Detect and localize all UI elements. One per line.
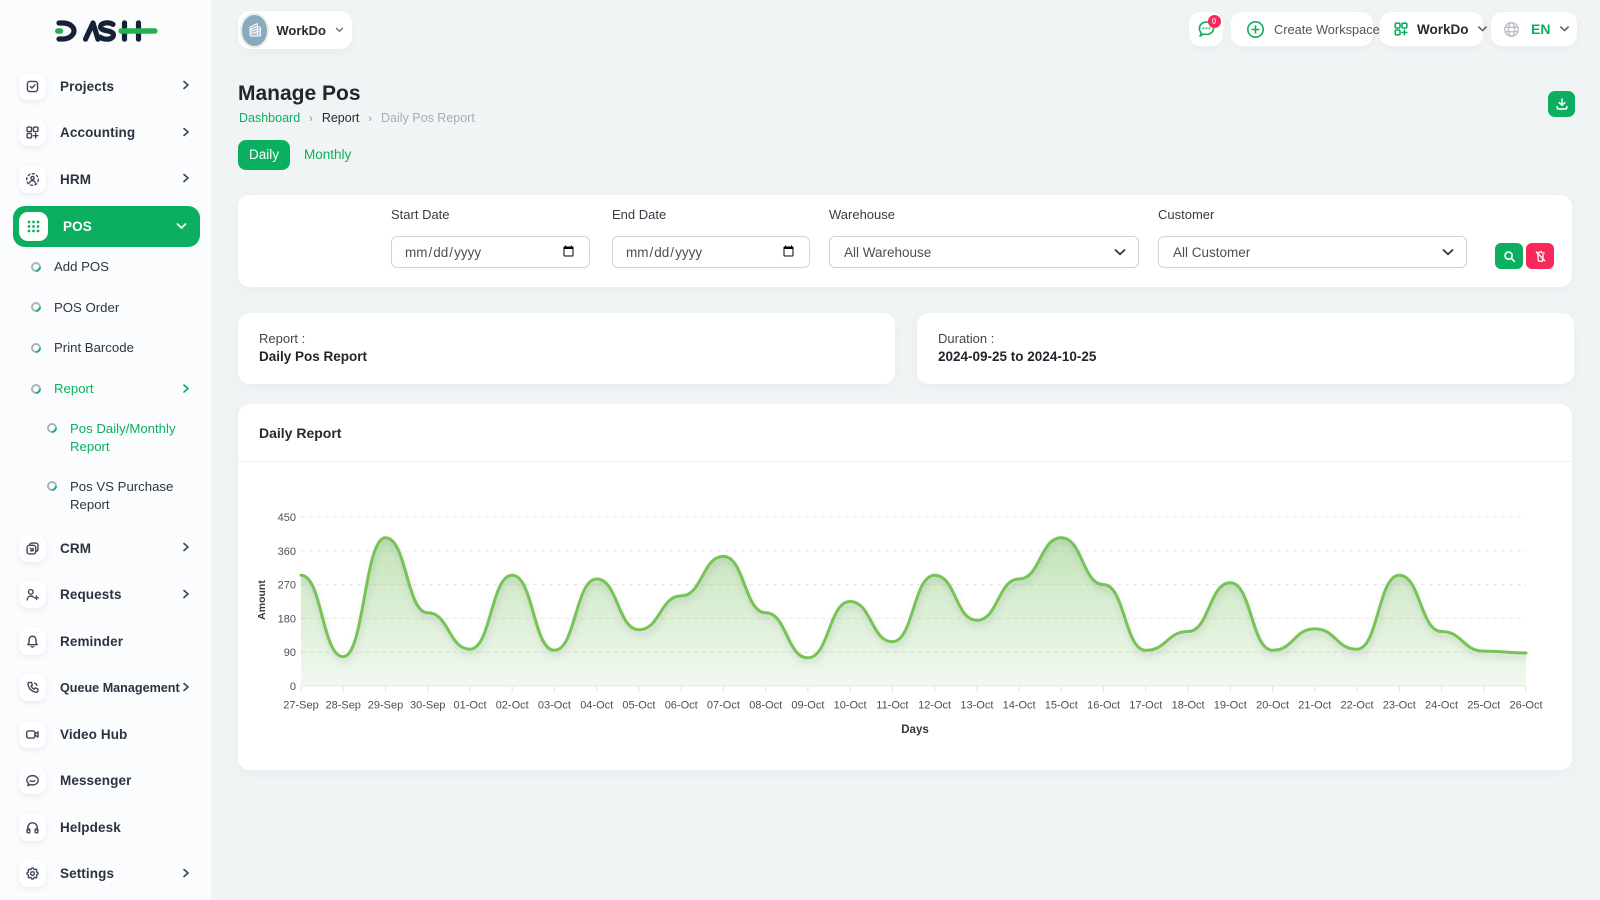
svg-text:19-Oct: 19-Oct — [1214, 700, 1247, 712]
svg-text:02-Oct: 02-Oct — [496, 700, 529, 712]
svg-text:17-Oct: 17-Oct — [1129, 700, 1162, 712]
svg-text:450: 450 — [278, 512, 296, 524]
svg-text:270: 270 — [278, 580, 296, 592]
svg-text:08-Oct: 08-Oct — [749, 700, 782, 712]
svg-text:21-Oct: 21-Oct — [1298, 700, 1331, 712]
svg-text:18-Oct: 18-Oct — [1172, 700, 1205, 712]
svg-text:15-Oct: 15-Oct — [1045, 700, 1078, 712]
svg-text:Days: Days — [901, 724, 929, 736]
svg-text:29-Sep: 29-Sep — [368, 700, 403, 712]
svg-text:27-Sep: 27-Sep — [283, 700, 318, 712]
svg-text:28-Sep: 28-Sep — [325, 700, 360, 712]
svg-text:10-Oct: 10-Oct — [834, 700, 867, 712]
svg-text:22-Oct: 22-Oct — [1340, 700, 1373, 712]
svg-text:14-Oct: 14-Oct — [1003, 700, 1036, 712]
svg-text:180: 180 — [278, 613, 296, 625]
svg-text:0: 0 — [290, 681, 296, 693]
svg-text:16-Oct: 16-Oct — [1087, 700, 1120, 712]
svg-text:07-Oct: 07-Oct — [707, 700, 740, 712]
svg-text:Amount: Amount — [256, 580, 268, 620]
svg-text:13-Oct: 13-Oct — [960, 700, 993, 712]
svg-text:360: 360 — [278, 546, 296, 558]
svg-text:20-Oct: 20-Oct — [1256, 700, 1289, 712]
svg-text:23-Oct: 23-Oct — [1383, 700, 1416, 712]
svg-text:09-Oct: 09-Oct — [791, 700, 824, 712]
svg-text:90: 90 — [284, 647, 296, 659]
svg-text:01-Oct: 01-Oct — [453, 700, 486, 712]
svg-text:24-Oct: 24-Oct — [1425, 700, 1458, 712]
svg-text:12-Oct: 12-Oct — [918, 700, 951, 712]
svg-text:26-Oct: 26-Oct — [1509, 700, 1542, 712]
svg-text:06-Oct: 06-Oct — [665, 700, 698, 712]
svg-text:05-Oct: 05-Oct — [622, 700, 655, 712]
svg-text:30-Sep: 30-Sep — [410, 700, 445, 712]
svg-text:04-Oct: 04-Oct — [580, 700, 613, 712]
svg-text:25-Oct: 25-Oct — [1467, 700, 1500, 712]
svg-text:03-Oct: 03-Oct — [538, 700, 571, 712]
svg-text:11-Oct: 11-Oct — [876, 700, 908, 712]
